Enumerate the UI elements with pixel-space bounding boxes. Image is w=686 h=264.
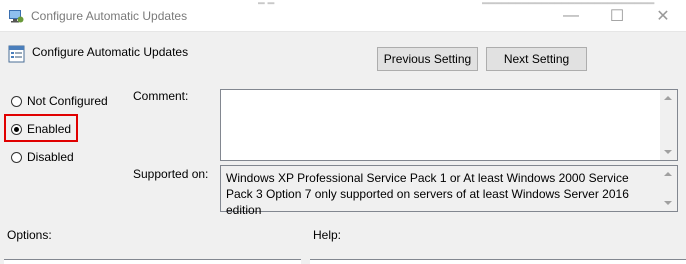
options-label: Options:: [7, 228, 52, 242]
minimize-button[interactable]: —: [548, 0, 594, 31]
close-button[interactable]: ✕: [640, 0, 686, 31]
radio-not-configured[interactable]: Not Configured: [11, 94, 108, 108]
previous-setting-button[interactable]: Previous Setting: [377, 47, 478, 71]
radio-label: Disabled: [27, 150, 74, 164]
radio-circle[interactable]: [11, 95, 22, 107]
minimize-icon: —: [563, 6, 579, 24]
policy-setting-icon: [8, 45, 25, 63]
radio-label: Not Configured: [27, 94, 108, 108]
comment-textbox[interactable]: [220, 89, 678, 161]
maximize-icon: ☐: [609, 7, 625, 25]
maximize-button[interactable]: ☐: [594, 0, 640, 31]
supported-on-text: Windows XP Professional Service Pack 1 o…: [226, 171, 629, 217]
scroll-up-icon[interactable]: [664, 172, 672, 176]
close-icon: ✕: [656, 7, 670, 25]
window-title: Configure Automatic Updates: [31, 9, 188, 23]
scroll-up-icon[interactable]: [664, 96, 672, 100]
group-policy-icon: [9, 10, 24, 23]
radio-disabled[interactable]: Disabled: [11, 150, 74, 164]
radio-circle[interactable]: [11, 123, 22, 135]
radio-enabled[interactable]: Enabled: [11, 122, 71, 136]
scroll-down-icon[interactable]: [664, 201, 672, 205]
radio-circle[interactable]: [11, 151, 22, 163]
scroll-down-icon[interactable]: [664, 150, 672, 154]
title-bar: Configure Automatic Updates ━ ━ ━━━━━━━━…: [0, 0, 686, 32]
supported-on-box: Windows XP Professional Service Pack 1 o…: [220, 165, 678, 217]
policy-name: Configure Automatic Updates: [32, 45, 189, 59]
help-label: Help:: [313, 228, 342, 242]
comment-scrollbar[interactable]: [660, 90, 677, 160]
options-pane[interactable]: [4, 259, 301, 264]
background-window-text: ━ ━: [258, 0, 275, 8]
radio-label: Enabled: [27, 122, 72, 136]
comment-label: Comment:: [133, 89, 189, 103]
next-setting-button[interactable]: Next Setting: [486, 47, 587, 71]
supported-scrollbar[interactable]: [660, 166, 677, 211]
supported-on-label: Supported on:: [133, 167, 209, 181]
help-pane[interactable]: [310, 259, 686, 264]
